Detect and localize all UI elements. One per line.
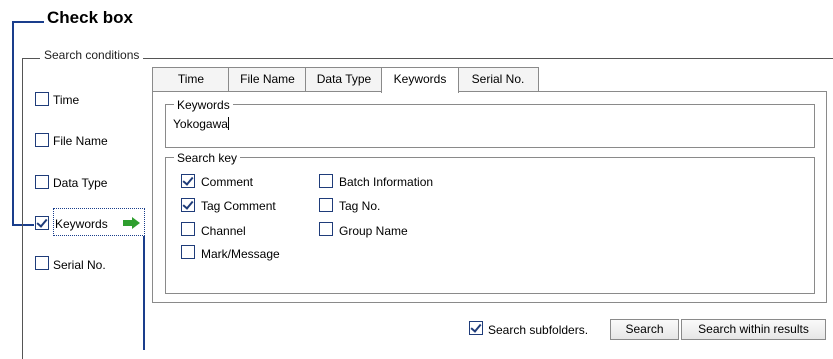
condition-data-type[interactable]: Data Type — [35, 175, 135, 191]
tag-no-checkbox[interactable] — [319, 198, 333, 212]
file-name-label: File Name — [53, 134, 108, 148]
time-label: Time — [53, 93, 80, 107]
search-button[interactable]: Search — [610, 319, 679, 340]
batch-information-checkbox[interactable] — [319, 174, 333, 188]
option-tag-no[interactable]: Tag No. — [319, 198, 429, 214]
condition-time[interactable]: Time — [35, 92, 135, 108]
search-conditions-label: Search conditions — [40, 48, 144, 62]
mark-message-label: Mark/Message — [201, 247, 280, 261]
group-name-checkbox[interactable] — [319, 222, 333, 236]
option-channel[interactable]: Channel — [181, 222, 291, 238]
tag-comment-checkbox[interactable] — [181, 198, 195, 212]
option-batch-information[interactable]: Batch Information — [319, 174, 459, 190]
mark-message-checkbox[interactable] — [181, 245, 195, 259]
green-right-arrow-icon — [123, 217, 140, 229]
keywords-tab-panel: Keywords Yokogawa Search key Comment Tag… — [152, 91, 827, 303]
option-comment[interactable]: Comment — [181, 174, 291, 190]
condition-keywords[interactable]: Keywords — [35, 208, 147, 236]
condition-file-name[interactable]: File Name — [35, 133, 135, 149]
text-cursor — [227, 117, 229, 130]
data-type-label: Data Type — [53, 176, 108, 190]
channel-label: Channel — [201, 224, 246, 238]
frame-top-right — [162, 58, 833, 59]
data-type-checkbox[interactable] — [35, 175, 49, 189]
search-subfolders-checkbox[interactable] — [469, 321, 483, 335]
tab-time[interactable]: Time — [152, 67, 230, 91]
option-tag-comment[interactable]: Tag Comment — [181, 198, 301, 214]
option-mark-message[interactable]: Mark/Message — [181, 245, 301, 261]
keywords-input[interactable]: Yokogawa — [173, 117, 793, 135]
keywords-legend: Keywords — [174, 98, 233, 112]
channel-checkbox[interactable] — [181, 222, 195, 236]
tab-file-name[interactable]: File Name — [228, 67, 307, 91]
search-key-legend: Search key — [174, 151, 241, 165]
keywords-checkbox[interactable] — [35, 216, 49, 230]
callout-title: Check box — [47, 8, 133, 27]
serial-no-checkbox[interactable] — [35, 256, 49, 270]
comment-label: Comment — [201, 175, 254, 189]
batch-information-label: Batch Information — [339, 175, 434, 189]
keywords-label: Keywords — [55, 217, 108, 231]
callout-line-top — [12, 21, 44, 23]
condition-serial-no[interactable]: Serial No. — [35, 256, 135, 272]
tab-serial-no[interactable]: Serial No. — [457, 67, 539, 91]
search-subfolders-label: Search subfolders. — [488, 323, 589, 337]
search-subfolders-option[interactable]: Search subfolders. — [469, 321, 604, 337]
search-within-results-button[interactable]: Search within results — [681, 319, 826, 340]
callout-line-vertical — [12, 21, 14, 226]
tab-keywords[interactable]: Keywords — [381, 67, 459, 93]
file-name-checkbox[interactable] — [35, 133, 49, 147]
option-group-name[interactable]: Group Name — [319, 222, 439, 238]
serial-no-label: Serial No. — [53, 258, 106, 272]
comment-checkbox[interactable] — [181, 174, 195, 188]
time-checkbox[interactable] — [35, 92, 49, 106]
tag-comment-label: Tag Comment — [201, 199, 276, 213]
group-name-label: Group Name — [339, 224, 408, 238]
tab-data-type[interactable]: Data Type — [305, 67, 383, 91]
keywords-input-value: Yokogawa — [173, 117, 228, 131]
tag-no-label: Tag No. — [339, 199, 381, 213]
